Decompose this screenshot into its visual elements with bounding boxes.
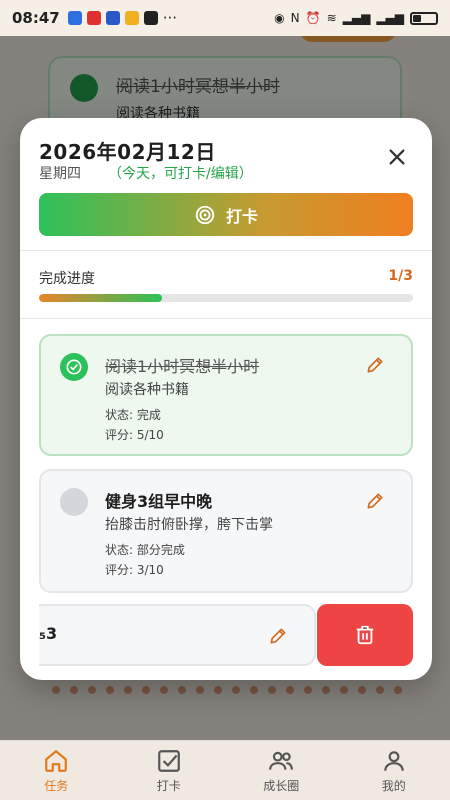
user-icon bbox=[384, 750, 404, 771]
task-title: 阅读1小时冥想半小时 bbox=[105, 357, 260, 376]
battery-icon bbox=[410, 11, 438, 25]
task-status: 状态: 完成 bbox=[105, 408, 161, 422]
checkbox-icon bbox=[157, 749, 180, 772]
progress-count: 1/3 bbox=[388, 268, 413, 284]
trash-icon bbox=[356, 625, 374, 645]
nav-label: 打卡 bbox=[156, 778, 181, 793]
notification-icon bbox=[86, 11, 101, 25]
status-time: 08:47 bbox=[12, 9, 60, 27]
task-score: 评分: 3/10 bbox=[105, 563, 164, 577]
modal-date: 2026年02月12日 bbox=[39, 140, 216, 164]
task-desc: 阅读各种书籍 bbox=[105, 382, 189, 398]
task-status: 状态: 部分完成 bbox=[105, 543, 185, 557]
progress-bar bbox=[39, 294, 413, 302]
task-card[interactable]: ₅3 bbox=[39, 604, 316, 666]
pencil-icon[interactable] bbox=[268, 626, 288, 646]
modal-today-note: （今天，可打卡/编辑） bbox=[108, 166, 253, 182]
nav-tasks[interactable]: 任务 bbox=[0, 741, 113, 800]
notification-icon bbox=[124, 11, 139, 25]
bottom-nav: 任务 打卡 成长圈 我的 bbox=[0, 740, 450, 800]
alarm-icon: ⏰ bbox=[305, 11, 321, 25]
nav-label: 我的 bbox=[381, 778, 406, 793]
day-detail-modal: 2026年02月12日 星期四 （今天，可打卡/编辑） 打卡 完成进度 1/3 … bbox=[20, 118, 432, 680]
more-notifications: ··· bbox=[162, 9, 178, 27]
task-desc: 抬膝击肘俯卧撑，胯下击掌 bbox=[105, 517, 273, 533]
incomplete-circle-icon[interactable] bbox=[60, 488, 88, 516]
close-icon[interactable] bbox=[386, 146, 408, 168]
nav-checkin[interactable]: 打卡 bbox=[113, 741, 226, 800]
task-card[interactable]: 健身3组早中晚 抬膝击肘俯卧撑，胯下击掌 状态: 部分完成 评分: 3/10 bbox=[39, 469, 413, 593]
notification-icon bbox=[67, 11, 82, 25]
divider bbox=[20, 318, 432, 319]
checkin-button[interactable]: 打卡 bbox=[39, 193, 413, 236]
swiped-task-row[interactable]: ₅3 bbox=[39, 604, 413, 666]
notification-icon bbox=[143, 11, 158, 25]
completed-check-icon[interactable] bbox=[60, 353, 88, 381]
nav-profile[interactable]: 我的 bbox=[338, 741, 450, 800]
divider bbox=[20, 250, 432, 251]
task-card[interactable]: 阅读1小时冥想半小时 阅读各种书籍 状态: 完成 评分: 5/10 bbox=[39, 334, 413, 456]
task-title: ₅3 bbox=[39, 624, 58, 643]
pencil-icon[interactable] bbox=[365, 355, 385, 375]
signal-icon: ▂▄▆ bbox=[376, 11, 404, 25]
wifi-icon: ≋ bbox=[326, 11, 337, 25]
progress-label: 完成进度 bbox=[39, 271, 95, 287]
progress-fill bbox=[39, 294, 163, 302]
pencil-icon[interactable] bbox=[365, 491, 385, 511]
home-icon bbox=[45, 749, 68, 772]
status-bar: 08:47 ··· ◉ N ⏰ ≋ ▂▄▆ ▂▄▆ bbox=[0, 0, 450, 36]
modal-weekday: 星期四 bbox=[39, 166, 81, 182]
task-score: 评分: 5/10 bbox=[105, 428, 164, 442]
nav-growth-circle[interactable]: 成长圈 bbox=[225, 741, 338, 800]
nav-label: 成长圈 bbox=[263, 778, 300, 793]
eye-icon: ◉ bbox=[274, 11, 285, 25]
notification-icon bbox=[105, 11, 120, 25]
nfc-icon: N bbox=[290, 11, 300, 25]
users-icon bbox=[269, 751, 294, 770]
checkin-label: 打卡 bbox=[225, 206, 258, 226]
task-title: 健身3组早中晚 bbox=[105, 492, 213, 511]
signal-icon: ▂▄▆ bbox=[342, 11, 371, 25]
nav-label: 任务 bbox=[44, 778, 69, 793]
delete-button[interactable] bbox=[317, 604, 413, 666]
target-icon bbox=[195, 205, 215, 224]
